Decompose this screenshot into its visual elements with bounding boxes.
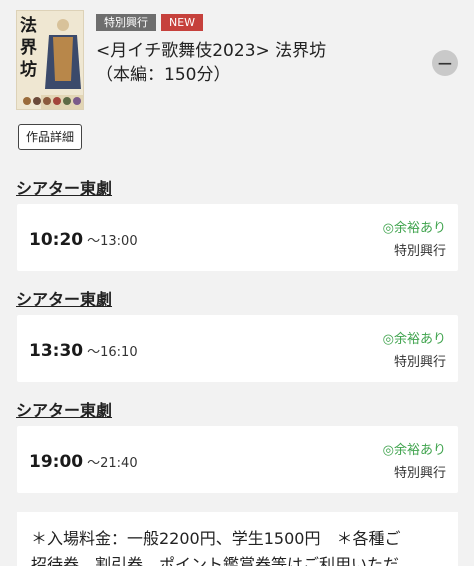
event-title: <月イチ歌舞伎2023> 法界坊 （本編：150分） [96, 39, 416, 87]
theater-name[interactable]: シアター東劇 [16, 175, 112, 199]
end-time: 〜16:10 [87, 345, 138, 360]
end-time: 〜21:40 [87, 456, 138, 471]
poster-art: 法 界 坊 [17, 11, 83, 109]
screening-time: 13:30 〜16:10 [29, 341, 138, 361]
availability-status: ◎余裕あり [382, 221, 446, 236]
theater-name[interactable]: シアター東劇 [16, 397, 112, 421]
screening-time: 19:00 〜21:40 [29, 452, 138, 472]
event-title-line1: <月イチ歌舞伎2023> 法界坊 [96, 41, 327, 61]
event-header: 法 界 坊 特別興行 NEW <月イチ歌舞伎2023> 法界坊 （本編：150分… [0, 0, 474, 150]
start-time: 19:00 [29, 452, 84, 472]
start-time: 13:30 [29, 341, 84, 361]
availability-status: ◎余裕あり [382, 332, 446, 347]
start-time: 10:20 [29, 230, 84, 250]
notice-line1: ＊入場料金：一般2200円、学生1500円 ＊各種ご [31, 529, 401, 548]
screening-card[interactable]: 19:00 〜21:40 ◎余裕あり 特別興行 [17, 426, 458, 493]
svg-text:界: 界 [20, 38, 37, 58]
screening-type: 特別興行 [393, 355, 446, 370]
screening-type: 特別興行 [393, 244, 446, 259]
screening-type: 特別興行 [393, 466, 446, 481]
notice-line2: 招待券、割引券、ポイント鑑賞券等はご利用いただ [31, 555, 400, 566]
new-badge: NEW [161, 14, 204, 31]
screening-card[interactable]: 13:30 〜16:10 ◎余裕あり 特別興行 [17, 315, 458, 382]
theater-name[interactable]: シアター東劇 [16, 286, 112, 310]
special-event-badge: 特別興行 [96, 14, 156, 31]
end-time: 〜13:00 [87, 234, 138, 249]
work-details-button[interactable]: 作品詳細 [18, 124, 83, 150]
availability-status: ◎余裕あり [382, 443, 446, 458]
screening-time: 10:20 〜13:00 [29, 230, 138, 250]
screening-card[interactable]: 10:20 〜13:00 ◎余裕あり 特別興行 [17, 204, 458, 271]
poster-title-char: 法 [20, 15, 37, 36]
badge-group: 特別興行 NEW [96, 14, 204, 31]
svg-text:坊: 坊 [20, 59, 37, 80]
event-title-line2: （本編：150分） [96, 65, 231, 85]
minus-icon: − [436, 51, 454, 75]
admission-notice: ＊入場料金：一般2200円、学生1500円 ＊各種ご 招待券、割引券、ポイント鑑… [17, 512, 458, 566]
poster-image[interactable]: 法 界 坊 [16, 10, 84, 110]
collapse-button[interactable]: − [432, 50, 458, 76]
